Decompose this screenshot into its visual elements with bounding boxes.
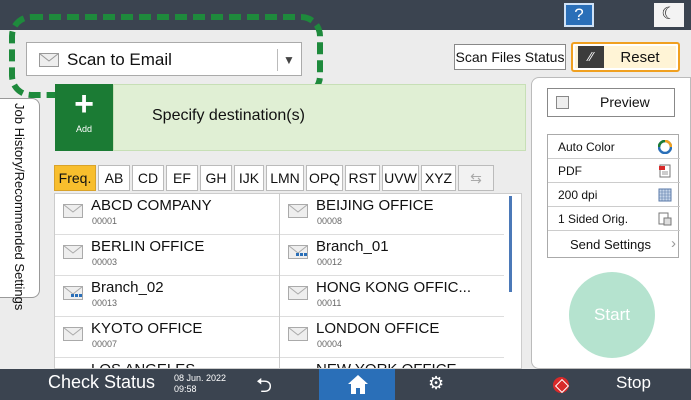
tab-uvw[interactable]: UVW (382, 165, 419, 191)
tab-rst[interactable]: RST (345, 165, 380, 191)
back-icon[interactable]: ⮌ (256, 371, 272, 400)
tab-switch-icon[interactable]: ⇆ (458, 165, 494, 191)
address-entry[interactable]: BERLIN OFFICE 00003 (55, 235, 279, 276)
entry-number: 00004 (317, 339, 343, 349)
destination-prompt: Specify destination(s) (152, 107, 305, 124)
scan-settings: Auto Color PDF 200 dpi 1 Sided Orig. Sen… (547, 134, 680, 258)
address-entry[interactable]: HONG KONG OFFIC... 00011 (280, 276, 504, 317)
entry-number: 00001 (92, 216, 118, 226)
preview-checkbox[interactable] (556, 96, 569, 109)
entry-number: 00003 (92, 257, 118, 267)
plus-icon: + (74, 85, 94, 123)
mail-icon (288, 286, 308, 300)
tab-opq[interactable]: OPQ (306, 165, 343, 191)
home-icon (348, 375, 368, 394)
address-entry[interactable]: ABCD COMPANY 00001 (55, 194, 279, 235)
entry-name: Branch_02 (91, 279, 164, 296)
date-text: 08 Jun. 2022 (174, 373, 227, 383)
preview-button[interactable]: Preview (547, 88, 675, 117)
destination-field[interactable]: Specify destination(s) (113, 84, 526, 151)
pdf-file-icon (659, 164, 671, 178)
entry-number: 00008 (317, 216, 343, 226)
stop-button[interactable]: Stop (616, 373, 651, 393)
reset-label: Reset (620, 48, 660, 66)
chevron-right-icon: › (671, 235, 676, 252)
scan-files-status-button[interactable]: Scan Files Status (454, 44, 566, 70)
entry-number: 00012 (317, 257, 343, 267)
address-entry[interactable]: Branch_02 00013 (55, 276, 279, 317)
setting-file-type[interactable]: PDF (548, 159, 680, 183)
address-entry[interactable]: NEW YORK OFFICE (280, 358, 504, 368)
tab-ijk[interactable]: IJK (234, 165, 264, 191)
tab-gh[interactable]: GH (200, 165, 232, 191)
add-label: Add (75, 124, 92, 134)
one-sided-icon (658, 212, 672, 226)
setting-sides[interactable]: 1 Sided Orig. (548, 207, 680, 231)
setting-label: 200 dpi (558, 188, 598, 202)
job-history-tab[interactable]: Job History/Recommended Settings (0, 98, 40, 311)
entry-number: 00011 (317, 298, 342, 308)
setting-label: Auto Color (558, 140, 615, 154)
entry-name: BEIJING OFFICE (316, 197, 434, 214)
reset-icon: ∕∕ (578, 46, 604, 68)
tab-cd[interactable]: CD (132, 165, 164, 191)
mail-icon (288, 327, 308, 341)
address-entry[interactable]: KYOTO OFFICE 00007 (55, 317, 279, 358)
address-entry[interactable]: BEIJING OFFICE 00008 (280, 194, 504, 235)
address-entry[interactable]: LOS ANGELES (55, 358, 279, 368)
tab-freq[interactable]: Freq. (54, 165, 96, 191)
mail-icon (63, 245, 83, 259)
datetime: 08 Jun. 2022 09:58 (174, 373, 226, 395)
mail-icon (63, 327, 83, 341)
resolution-icon (658, 188, 672, 202)
folder-group-icon (288, 245, 308, 259)
preview-label: Preview (600, 94, 650, 110)
gear-icon[interactable]: ⚙ (428, 373, 444, 394)
moon-icon[interactable]: ☾ (654, 3, 684, 27)
entry-number: 00007 (92, 339, 118, 349)
setting-label: PDF (558, 164, 582, 178)
check-status-button[interactable]: Check Status (48, 372, 155, 393)
auto-color-icon (658, 140, 672, 154)
start-button[interactable]: Start (569, 272, 655, 358)
address-tabs: Freq. AB CD EF GH IJK LMN OPQ RST UVW XY… (54, 165, 514, 191)
time-text: 09:58 (174, 384, 197, 394)
job-history-label: Job History/Recommended Settings (12, 103, 27, 311)
help-button[interactable]: ? (564, 3, 594, 27)
folder-group-icon (63, 286, 83, 300)
tab-lmn[interactable]: LMN (266, 165, 304, 191)
bottom-bar: Check Status 08 Jun. 2022 09:58 ⮌ ⚙ Stop (0, 369, 691, 400)
tab-ef[interactable]: EF (166, 165, 198, 191)
stop-icon[interactable] (553, 377, 569, 393)
entry-name: LONDON OFFICE (316, 320, 440, 337)
reset-button[interactable]: ∕∕ Reset (571, 42, 680, 72)
home-button[interactable] (319, 369, 395, 400)
add-destination-button[interactable]: + Add (55, 84, 113, 151)
entry-name: Branch_01 (316, 238, 389, 255)
entry-name: HONG KONG OFFIC... (316, 279, 472, 296)
entry-name: KYOTO OFFICE (91, 320, 203, 337)
entry-name: ABCD COMPANY (91, 197, 212, 214)
mail-icon (63, 204, 83, 218)
setting-color[interactable]: Auto Color (548, 135, 680, 159)
setting-resolution[interactable]: 200 dpi (548, 183, 680, 207)
tab-xyz[interactable]: XYZ (421, 165, 456, 191)
send-settings-label: Send Settings (570, 237, 651, 252)
mail-icon (288, 204, 308, 218)
address-entry[interactable]: LONDON OFFICE 00004 (280, 317, 504, 358)
tab-ab[interactable]: AB (98, 165, 130, 191)
entry-number: 00013 (92, 298, 118, 308)
address-list: ABCD COMPANY 00001 BERLIN OFFICE 00003 B… (54, 193, 522, 369)
entry-name: BERLIN OFFICE (91, 238, 205, 255)
send-settings-button[interactable]: Send Settings › (548, 231, 680, 258)
entry-name: NEW YORK OFFICE (316, 361, 457, 368)
entry-name: LOS ANGELES (91, 361, 195, 368)
address-entry[interactable]: Branch_01 00012 (280, 235, 504, 276)
setting-label: 1 Sided Orig. (558, 212, 629, 226)
list-scrollbar[interactable] (509, 196, 512, 292)
